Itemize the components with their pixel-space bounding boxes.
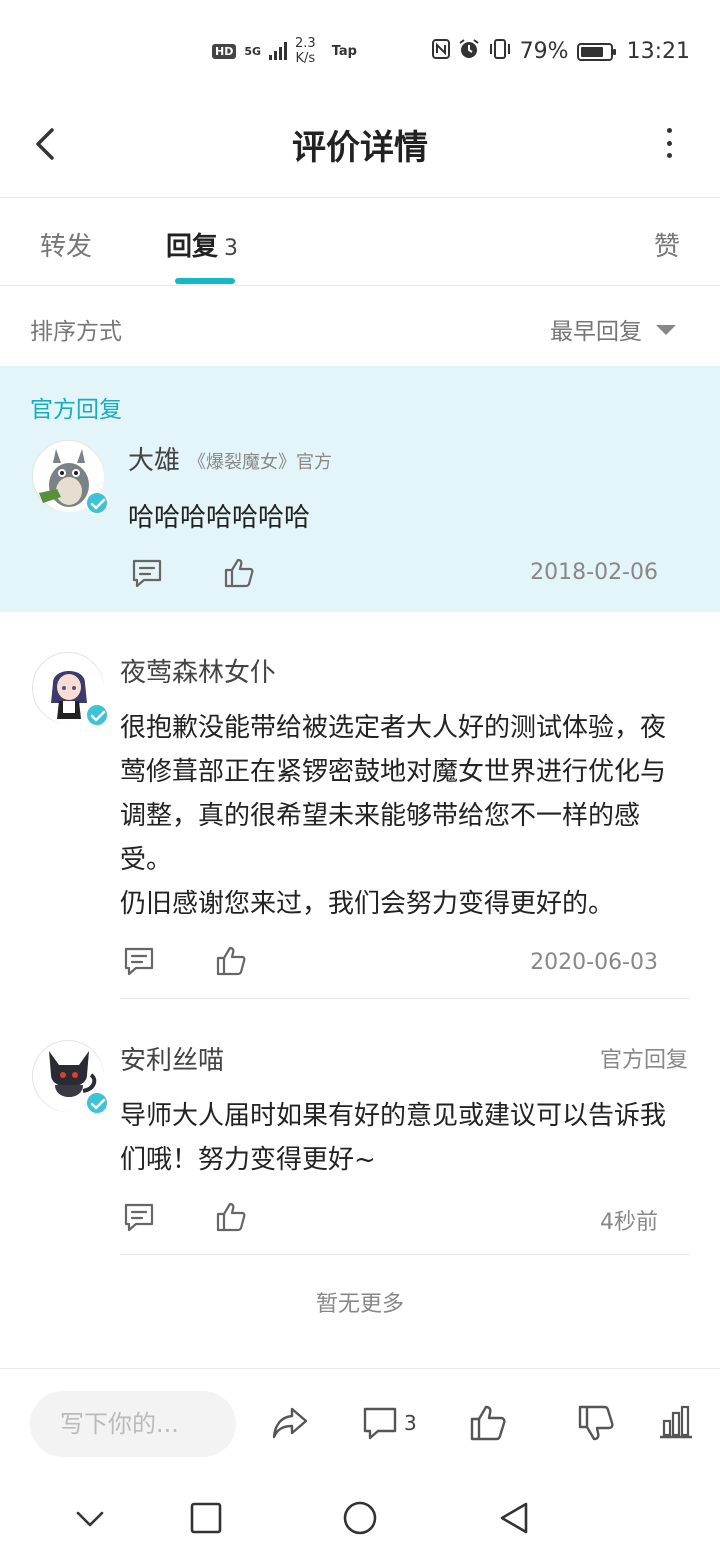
tab-bar: 转发 回复 3 赞 [0, 198, 720, 286]
speed-unit: K/s [295, 51, 316, 66]
avatar[interactable] [32, 1040, 109, 1115]
sort-label: 排序方式 [30, 319, 122, 345]
comment-button[interactable] [122, 944, 156, 978]
status-bar: HD 5G 2.3 K/s Tap 79% 13:21 [0, 0, 720, 100]
nav-collapse-button[interactable] [70, 1498, 110, 1538]
hd-badge: HD [212, 43, 237, 59]
comment-input[interactable]: 写下你的... [30, 1391, 236, 1457]
reply-author-name[interactable]: 夜莺森林女仆 [120, 652, 276, 689]
speed-value: 2.3 [295, 36, 316, 51]
battery-icon [576, 42, 616, 61]
battery-percent: 79% [519, 39, 569, 64]
reply-text: 很抱歉没能带给被选定者大人好的测试体验，夜莺修葺部正在紧锣密鼓地对魔女世界进行优… [120, 713, 667, 919]
sort-row: 排序方式 最早回复 [0, 286, 720, 366]
official-author-subtitle: 《爆裂魔女》官方 [188, 452, 332, 473]
verified-badge-icon [85, 703, 109, 727]
comment-count-button[interactable] [360, 1403, 400, 1443]
nav-recents-button[interactable] [186, 1498, 226, 1538]
chevron-down-icon [76, 1511, 104, 1527]
no-more-text: 暂无更多 [315, 1292, 404, 1317]
thumbs-up-icon [216, 946, 246, 976]
reply-text: 导师大人届时如果有好的意见或建议可以告诉我们哦！努力变得更好~ [120, 1101, 667, 1175]
official-reply-badge: 官方回复 [599, 1048, 688, 1073]
tab-reply[interactable]: 回复 3 [166, 226, 238, 263]
tab-like[interactable]: 赞 [654, 226, 680, 263]
reply-date: 4秒前 [600, 1210, 658, 1235]
vibrate-icon [488, 38, 512, 65]
comment-icon [124, 947, 154, 976]
official-reply-block: 官方回复 大雄 《爆裂魔女》官方 哈哈哈哈哈哈哈 2018-02-06 [0, 366, 720, 612]
status-right: 79% 13:21 [431, 38, 690, 65]
like-button[interactable] [468, 1403, 508, 1443]
network-speed: 2.3 K/s [295, 36, 316, 66]
chat-bubble-icon [363, 1407, 397, 1440]
share-icon [272, 1407, 308, 1439]
app-header: 评价详情 [0, 100, 720, 198]
verified-badge-icon [85, 1091, 109, 1115]
bar-chart-icon [660, 1405, 692, 1439]
sort-value: 最早回复 [550, 319, 642, 345]
tab-forward[interactable]: 转发 [40, 226, 92, 263]
more-dot-icon [666, 140, 672, 146]
like-button[interactable] [214, 1200, 248, 1234]
thumbs-up-icon [470, 1405, 506, 1441]
tab-active-indicator [175, 278, 235, 284]
thumbs-up-icon [224, 558, 254, 588]
sort-dropdown[interactable]: 最早回复 [550, 312, 676, 346]
official-author-name[interactable]: 大雄 [128, 440, 180, 477]
circle-icon [343, 1501, 377, 1535]
like-button[interactable] [214, 944, 248, 978]
comment-button[interactable] [122, 1200, 156, 1234]
status-left: HD 5G 2.3 K/s Tap [212, 36, 357, 66]
like-button[interactable] [222, 556, 256, 590]
nav-home-button[interactable] [340, 1498, 380, 1538]
signal-icon [269, 42, 288, 60]
comment-icon [132, 559, 162, 588]
nfc-icon [431, 39, 450, 64]
more-dot-icon [666, 153, 672, 158]
page-title: 评价详情 [292, 128, 428, 168]
share-button[interactable] [270, 1403, 310, 1443]
divider [120, 1254, 690, 1255]
reply-date: 2020-06-03 [530, 950, 658, 975]
divider [120, 998, 690, 999]
dislike-button[interactable] [576, 1403, 616, 1443]
comment-button[interactable] [130, 556, 164, 590]
comment-icon [124, 1203, 154, 1232]
comment-count: 3 [404, 1411, 417, 1435]
bottom-action-bar: 写下你的... 3 [0, 1368, 720, 1478]
triangle-back-icon [500, 1502, 528, 1534]
tab-reply-count: 3 [224, 236, 239, 261]
avatar[interactable] [32, 652, 109, 727]
official-reply-date: 2018-02-06 [530, 560, 658, 585]
tab-reply-label: 回复 [166, 232, 219, 262]
official-reply-text: 哈哈哈哈哈哈哈 [128, 503, 311, 533]
nav-back-button[interactable] [494, 1498, 534, 1538]
network-label: 5G [244, 44, 262, 58]
caret-down-icon [656, 325, 676, 335]
avatar[interactable] [32, 440, 109, 515]
verified-badge-icon [85, 491, 109, 515]
system-navigation-bar [0, 1478, 720, 1560]
alarm-icon [458, 38, 480, 65]
more-options-button[interactable] [664, 128, 674, 158]
square-icon [190, 1502, 222, 1534]
taptap-icon: Tap [331, 43, 357, 59]
thumbs-up-icon [216, 1202, 246, 1232]
thumbs-down-icon [578, 1405, 614, 1441]
clock: 13:21 [626, 39, 690, 64]
more-dot-icon [666, 128, 672, 133]
official-reply-tag: 官方回复 [30, 397, 122, 423]
battery-fill [580, 46, 603, 57]
reply-author-name[interactable]: 安利丝喵 [120, 1040, 224, 1077]
stats-button[interactable] [656, 1403, 696, 1443]
